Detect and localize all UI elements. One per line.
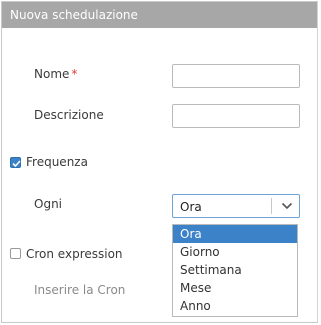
required-asterisk: * bbox=[71, 67, 78, 81]
dropdown-option[interactable]: Mese bbox=[173, 279, 297, 297]
select-value: Ora bbox=[180, 200, 202, 214]
cron-label: Cron expression bbox=[26, 247, 123, 261]
select-divider bbox=[271, 198, 272, 214]
dropdown-option[interactable]: Ora bbox=[173, 225, 297, 243]
cron-checkbox[interactable] bbox=[10, 248, 21, 259]
dropdown-option[interactable]: Giorno bbox=[173, 243, 297, 261]
frequenza-checkbox[interactable] bbox=[10, 157, 21, 168]
chevron-down-icon[interactable] bbox=[281, 202, 293, 210]
ogni-select[interactable]: Ora bbox=[172, 194, 300, 218]
dialog-title: Nuova schedulazione bbox=[2, 2, 317, 28]
dropdown-option[interactable]: Settimana bbox=[173, 261, 297, 279]
dropdown-option[interactable]: Anno bbox=[173, 297, 297, 315]
schedule-dialog: Nuova schedulazione Nome * Descrizione Fr… bbox=[1, 1, 318, 323]
ogni-label: Ogni bbox=[34, 197, 63, 211]
descrizione-input[interactable] bbox=[172, 104, 300, 128]
nome-label: Nome * bbox=[34, 67, 77, 81]
nome-label-text: Nome bbox=[34, 67, 70, 81]
ogni-dropdown-menu: Ora Giorno Settimana Mese Anno bbox=[172, 224, 298, 317]
frequenza-label: Frequenza bbox=[26, 155, 88, 169]
descrizione-label: Descrizione bbox=[34, 108, 104, 122]
nome-input[interactable] bbox=[172, 64, 300, 88]
check-icon bbox=[12, 160, 21, 168]
cron-input-label: Inserire la Cron bbox=[34, 283, 126, 297]
